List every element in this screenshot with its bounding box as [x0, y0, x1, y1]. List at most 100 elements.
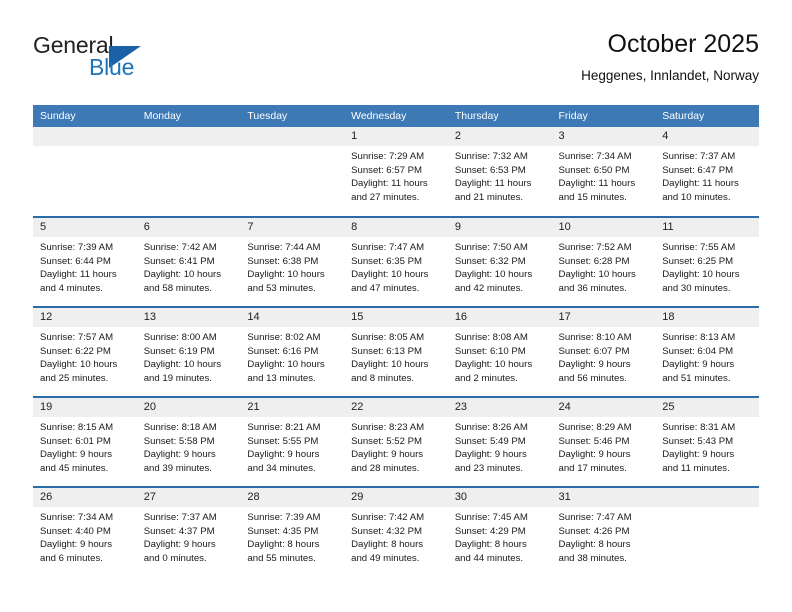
sunrise-text: Sunrise: 8:21 AM: [247, 422, 321, 433]
daylight-text-line1: Daylight: 9 hours: [662, 359, 735, 371]
day-cell[interactable]: 31 Sunrise: 7:47 AM Sunset: 4:26 PM Dayligh…: [551, 486, 656, 577]
day-number: 21: [240, 398, 345, 417]
day-cell[interactable]: 28 Sunrise: 7:39 AM Sunset: 4:35 PM Dayligh…: [240, 486, 345, 577]
day-details: Sunrise: 7:42 AM Sunset: 4:32 PM Daylight:…: [344, 507, 448, 565]
daylight-text-line2: and 28 minutes.: [351, 462, 420, 474]
day-cell[interactable]: 14 Sunrise: 8:02 AM Sunset: 6:16 PM Dayligh…: [240, 306, 345, 397]
day-number: 7: [240, 218, 345, 237]
sunrise-text: Sunrise: 8:23 AM: [351, 422, 425, 433]
sunset-text: Sunset: 6:35 PM: [351, 255, 423, 267]
day-cell[interactable]: 5 Sunrise: 7:39 AM Sunset: 6:44 PM Daylight…: [33, 216, 137, 307]
day-number: 12: [33, 308, 137, 327]
calendar-body: 1 Sunrise: 7:29 AM Sunset: 6:57 PM Daylight…: [33, 127, 759, 577]
sunrise-text: Sunrise: 7:42 AM: [351, 512, 425, 523]
daylight-text-line2: and 11 minutes.: [662, 462, 730, 474]
day-cell[interactable]: 15 Sunrise: 8:05 AM Sunset: 6:13 PM Dayligh…: [344, 306, 448, 397]
sunset-text: Sunset: 6:07 PM: [558, 345, 630, 357]
day-cell[interactable]: 30 Sunrise: 7:45 AM Sunset: 4:29 PM Dayligh…: [447, 486, 552, 577]
title-block: October 2025 Heggenes, Innlandet, Norway: [581, 28, 759, 86]
day-cell[interactable]: 23 Sunrise: 8:26 AM Sunset: 5:49 PM Dayligh…: [447, 396, 552, 487]
day-details: Sunrise: 7:47 AM Sunset: 6:35 PM Daylight:…: [344, 237, 448, 295]
sunrise-text: Sunrise: 8:29 AM: [558, 422, 632, 433]
day-cell[interactable]: 27 Sunrise: 7:37 AM Sunset: 4:37 PM Dayligh…: [136, 486, 241, 577]
day-details: Sunrise: 7:45 AM Sunset: 4:29 PM Daylight:…: [448, 507, 552, 565]
day-cell[interactable]: 9 Sunrise: 7:50 AM Sunset: 6:32 PM Daylight…: [447, 216, 552, 307]
day-cell[interactable]: 24 Sunrise: 8:29 AM Sunset: 5:46 PM Dayligh…: [551, 396, 656, 487]
day-cell[interactable]: 25 Sunrise: 8:31 AM Sunset: 5:43 PM Dayligh…: [655, 396, 759, 487]
daylight-text-line2: and 8 minutes.: [351, 372, 415, 384]
day-cell[interactable]: [655, 486, 759, 577]
daylight-text-line1: Daylight: 9 hours: [558, 359, 631, 371]
day-cell[interactable]: 2 Sunrise: 7:32 AM Sunset: 6:53 PM Daylight…: [447, 127, 552, 217]
day-cell[interactable]: 1 Sunrise: 7:29 AM Sunset: 6:57 PM Daylight…: [344, 127, 448, 217]
day-cell[interactable]: 13 Sunrise: 8:00 AM Sunset: 6:19 PM Dayligh…: [136, 306, 241, 397]
day-cell[interactable]: 11 Sunrise: 7:55 AM Sunset: 6:25 PM Dayligh…: [655, 216, 759, 307]
sunrise-text: Sunrise: 7:39 AM: [40, 242, 114, 253]
daylight-text-line1: Daylight: 10 hours: [454, 359, 533, 371]
day-cell[interactable]: [240, 127, 345, 217]
day-cell[interactable]: 17 Sunrise: 8:10 AM Sunset: 6:07 PM Dayligh…: [551, 306, 656, 397]
day-cell[interactable]: 4 Sunrise: 7:37 AM Sunset: 6:47 PM Daylight…: [655, 127, 759, 217]
day-details: Sunrise: 8:08 AM Sunset: 6:10 PM Daylight:…: [448, 327, 552, 385]
day-number: 3: [551, 127, 656, 146]
day-cell[interactable]: 29 Sunrise: 7:42 AM Sunset: 4:32 PM Dayligh…: [344, 486, 448, 577]
sunset-text: Sunset: 5:46 PM: [558, 435, 630, 447]
sunrise-text: Sunrise: 7:37 AM: [143, 512, 217, 523]
sunrise-text: Sunrise: 7:34 AM: [558, 151, 632, 162]
day-cell[interactable]: 16 Sunrise: 8:08 AM Sunset: 6:10 PM Dayligh…: [447, 306, 552, 397]
sunrise-text: Sunrise: 8:26 AM: [454, 422, 528, 433]
general-blue-logo[interactable]: General Blue: [33, 32, 233, 88]
day-cell[interactable]: [33, 127, 137, 217]
day-cell[interactable]: 21 Sunrise: 8:21 AM Sunset: 5:55 PM Dayligh…: [240, 396, 345, 487]
day-cell[interactable]: [136, 127, 241, 217]
daylight-text-line1: Daylight: 9 hours: [40, 449, 112, 461]
daylight-text-line2: and 27 minutes.: [351, 191, 420, 203]
sunrise-text: Sunrise: 7:45 AM: [454, 512, 528, 523]
daylight-text-line1: Daylight: 10 hours: [143, 359, 222, 371]
weekday-header-tuesday: Tuesday: [240, 105, 345, 127]
sunset-text: Sunset: 4:29 PM: [454, 525, 526, 537]
day-number: 29: [344, 488, 448, 507]
day-cell[interactable]: 19 Sunrise: 8:15 AM Sunset: 6:01 PM Dayligh…: [33, 396, 137, 487]
sunrise-text: Sunrise: 7:42 AM: [143, 242, 217, 253]
day-details: Sunrise: 7:55 AM Sunset: 6:25 PM Daylight:…: [655, 237, 759, 295]
day-details: Sunrise: 7:47 AM Sunset: 4:26 PM Daylight:…: [552, 507, 656, 565]
day-number: 9: [447, 218, 552, 237]
daylight-text-line1: Daylight: 8 hours: [558, 539, 631, 551]
weekday-header-saturday: Saturday: [655, 105, 759, 127]
daylight-text-line1: Daylight: 10 hours: [247, 359, 325, 371]
sunset-text: Sunset: 4:37 PM: [143, 525, 215, 537]
daylight-text-line2: and 34 minutes.: [247, 462, 316, 474]
day-number: 15: [344, 308, 448, 327]
daylight-text-line1: Daylight: 10 hours: [454, 269, 533, 281]
sunset-text: Sunset: 6:38 PM: [247, 255, 319, 267]
sunset-text: Sunset: 6:10 PM: [454, 345, 526, 357]
daylight-text-line1: Daylight: 11 hours: [662, 178, 739, 190]
daylight-text-line2: and 15 minutes.: [558, 191, 627, 203]
daylight-text-line1: Daylight: 11 hours: [454, 178, 532, 190]
day-cell[interactable]: 12 Sunrise: 7:57 AM Sunset: 6:22 PM Dayligh…: [33, 306, 137, 397]
day-details: Sunrise: 8:26 AM Sunset: 5:49 PM Daylight:…: [448, 417, 552, 475]
day-cell[interactable]: 22 Sunrise: 8:23 AM Sunset: 5:52 PM Dayligh…: [344, 396, 448, 487]
daylight-text-line1: Daylight: 10 hours: [40, 359, 118, 371]
day-cell[interactable]: 3 Sunrise: 7:34 AM Sunset: 6:50 PM Daylight…: [551, 127, 656, 217]
day-cell[interactable]: 26 Sunrise: 7:34 AM Sunset: 4:40 PM Dayligh…: [33, 486, 137, 577]
day-number: 4: [655, 127, 759, 146]
daylight-text-line2: and 30 minutes.: [662, 282, 731, 294]
day-cell[interactable]: 8 Sunrise: 7:47 AM Sunset: 6:35 PM Daylight…: [344, 216, 448, 307]
day-number: 5: [33, 218, 137, 237]
day-details: Sunrise: 8:00 AM Sunset: 6:19 PM Daylight:…: [137, 327, 241, 385]
day-details: Sunrise: 7:32 AM Sunset: 6:53 PM Daylight:…: [448, 146, 552, 204]
day-cell[interactable]: 18 Sunrise: 8:13 AM Sunset: 6:04 PM Dayligh…: [655, 306, 759, 397]
day-cell[interactable]: 7 Sunrise: 7:44 AM Sunset: 6:38 PM Daylight…: [240, 216, 345, 307]
day-number: 26: [33, 488, 137, 507]
day-cell[interactable]: 10 Sunrise: 7:52 AM Sunset: 6:28 PM Dayligh…: [551, 216, 656, 307]
day-details: [240, 146, 344, 150]
day-details: Sunrise: 8:18 AM Sunset: 5:58 PM Daylight:…: [137, 417, 241, 475]
sunrise-text: Sunrise: 7:57 AM: [40, 332, 114, 343]
sunset-text: Sunset: 5:43 PM: [662, 435, 734, 447]
day-cell[interactable]: 6 Sunrise: 7:42 AM Sunset: 6:41 PM Daylight…: [136, 216, 241, 307]
sunset-text: Sunset: 6:47 PM: [662, 164, 734, 176]
daylight-text-line2: and 10 minutes.: [662, 191, 731, 203]
day-cell[interactable]: 20 Sunrise: 8:18 AM Sunset: 5:58 PM Dayligh…: [136, 396, 241, 487]
